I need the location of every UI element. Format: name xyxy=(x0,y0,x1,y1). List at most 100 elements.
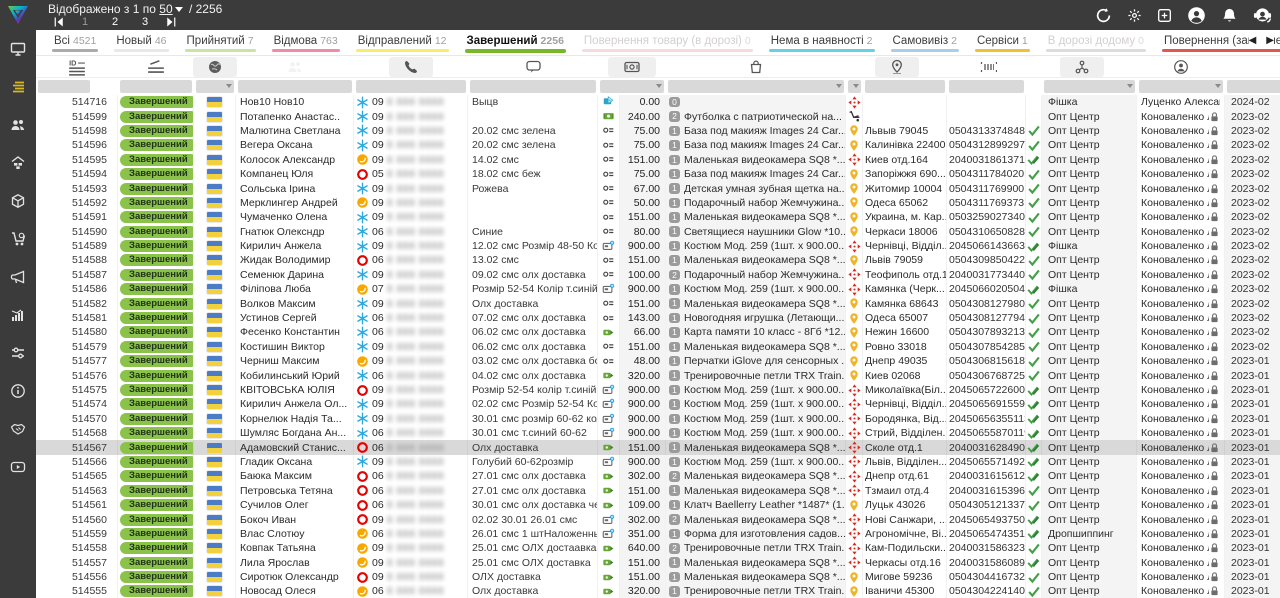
filter-input[interactable] xyxy=(848,80,861,93)
filter-dropdown-icon[interactable] xyxy=(656,84,662,88)
order-row-514577[interactable]: 514577ЗавершенийЧерниш Максим098 888 888… xyxy=(36,354,1280,368)
tab-10[interactable]: Сервіси1 xyxy=(967,30,1038,55)
order-row-514593[interactable]: 514593ЗавершенийСольська Ірина098 888 88… xyxy=(36,181,1280,195)
order-row-514589[interactable]: 514589ЗавершенийКирилич Анжела098 888 88… xyxy=(36,239,1280,253)
filter-input[interactable] xyxy=(38,80,90,93)
order-row-514557[interactable]: 514557ЗавершенийЛила Ярослав098 888 8888… xyxy=(36,556,1280,570)
sidebar-item-warehouse[interactable] xyxy=(0,144,36,182)
order-row-514595[interactable]: 514595ЗавершенийКолосок Александр098 888… xyxy=(36,153,1280,167)
refresh-icon[interactable] xyxy=(1095,7,1112,24)
filter-input[interactable] xyxy=(356,80,466,93)
filter-input[interactable] xyxy=(238,80,352,93)
column-header-comment[interactable] xyxy=(468,56,598,78)
column-header-clients[interactable] xyxy=(236,56,354,78)
first-page-button[interactable] xyxy=(48,16,70,28)
tab-9[interactable]: Самовивіз2 xyxy=(883,30,967,55)
filter-input[interactable] xyxy=(1227,80,1280,93)
tab-2[interactable]: Новый46 xyxy=(106,30,176,55)
sidebar-item-partners[interactable] xyxy=(0,410,36,448)
order-row-514570[interactable]: 514570ЗавершенийКорнелюк Надія Та...098 … xyxy=(36,412,1280,426)
sidebar-item-statistics[interactable] xyxy=(0,296,36,334)
order-row-514565[interactable]: 514565ЗавершенийБаюка Максим068 888 8888… xyxy=(36,469,1280,483)
order-row-514580[interactable]: 514580ЗавершенийФесенко Константин068 88… xyxy=(36,325,1280,339)
page-button-1[interactable]: 1 xyxy=(70,16,100,28)
order-row-514559[interactable]: 514559ЗавершенийВлас Слотюу068 888 88882… xyxy=(36,527,1280,541)
column-header-phone[interactable] xyxy=(354,56,468,78)
filter-input[interactable] xyxy=(196,80,234,93)
filter-input[interactable] xyxy=(865,80,945,93)
support-icon[interactable] xyxy=(1253,6,1272,25)
sidebar-item-clients[interactable] xyxy=(0,106,36,144)
column-header-none[interactable] xyxy=(1225,56,1280,78)
order-row-514574[interactable]: 514574ЗавершенийКирилич Анжела Ол...098 … xyxy=(36,397,1280,411)
order-row-514592[interactable]: 514592ЗавершенийМерклингер Андрей098 888… xyxy=(36,196,1280,210)
avatar-icon[interactable] xyxy=(1187,6,1206,25)
sidebar-item-marketing[interactable] xyxy=(0,258,36,296)
page-button-2[interactable]: 2 xyxy=(100,16,130,28)
order-row-514598[interactable]: 514598ЗавершенийМалютина Светлана098 888… xyxy=(36,124,1280,138)
tab-1[interactable]: Всі4521 xyxy=(44,30,106,55)
order-row-514575[interactable]: 514575ЗавершенийКВІТОВСЬКА ЮЛІЯ098 888 8… xyxy=(36,383,1280,397)
order-row-514588[interactable]: 514588ЗавершенийЖидак Володимир068 888 8… xyxy=(36,253,1280,267)
order-row-514555[interactable]: 514555ЗавершенийНовосад Олеся068 888 888… xyxy=(36,584,1280,598)
order-row-514594[interactable]: 514594ЗавершенийКомпанец Юля058 888 8888… xyxy=(36,167,1280,181)
order-row-514576[interactable]: 514576ЗавершенийКобилинський Юрий068 888… xyxy=(36,368,1280,382)
app-logo-icon[interactable] xyxy=(0,0,36,30)
gear-icon[interactable] xyxy=(1127,8,1142,23)
sidebar-item-info[interactable] xyxy=(0,372,36,410)
filter-input[interactable] xyxy=(1044,80,1135,93)
sidebar-item-purchases[interactable] xyxy=(0,220,36,258)
filter-dropdown-icon[interactable] xyxy=(836,84,842,88)
order-row-514567[interactable]: 514567ЗавершенийАдамовский Станис...068 … xyxy=(36,440,1280,454)
filter-input[interactable] xyxy=(949,80,1024,93)
order-row-514561[interactable]: 514561ЗавершенийСучилов Олег068 888 8888… xyxy=(36,498,1280,512)
order-row-514556[interactable]: 514556ЗавершенийСиротюк Олександр098 888… xyxy=(36,570,1280,584)
column-header-person[interactable] xyxy=(1137,56,1225,78)
filter-input[interactable] xyxy=(668,80,844,93)
order-row-514558[interactable]: 514558ЗавершенийКовпак Татьяна098 888 88… xyxy=(36,541,1280,555)
column-header-share[interactable] xyxy=(1026,56,1137,78)
column-header-bag[interactable] xyxy=(666,56,846,78)
column-header-money[interactable] xyxy=(598,56,666,78)
tab-6[interactable]: Завершений2256 xyxy=(457,30,574,55)
tab-4[interactable]: Відмова763 xyxy=(264,30,348,55)
order-row-514590[interactable]: 514590ЗавершенийГнатюк Олексндр068 888 8… xyxy=(36,225,1280,239)
filter-input[interactable] xyxy=(1139,80,1223,93)
per-page-select[interactable]: 50 xyxy=(159,2,172,16)
sidebar-item-video-tutorials[interactable] xyxy=(0,448,36,486)
order-row-514591[interactable]: 514591ЗавершенийЧумаченко Олена098 888 8… xyxy=(36,210,1280,224)
sidebar-item-orders[interactable] xyxy=(0,68,36,106)
order-row-514582[interactable]: 514582ЗавершенийВолков Максим098 888 888… xyxy=(36,296,1280,310)
order-row-514586[interactable]: 514586ЗавершенийФіліпова Люба078 888 888… xyxy=(36,282,1280,296)
order-row-514596[interactable]: 514596ЗавершенийВегера Оксана098 888 888… xyxy=(36,138,1280,152)
sidebar-item-dashboard[interactable] xyxy=(0,30,36,68)
column-header-id[interactable]: ID xyxy=(36,56,118,78)
tabs-scroll-left-icon[interactable]: ◀ xyxy=(1249,34,1257,48)
order-row-514563[interactable]: 514563ЗавершенийПетровська Тетяна068 888… xyxy=(36,484,1280,498)
tab-5[interactable]: Відправлений12 xyxy=(348,30,457,55)
order-row-514579[interactable]: 514579ЗавершенийКостишин Виктор098 888 8… xyxy=(36,340,1280,354)
filter-dropdown-icon[interactable] xyxy=(226,84,232,88)
filter-dropdown-icon[interactable] xyxy=(853,84,859,88)
column-header-pin[interactable] xyxy=(846,56,947,78)
tab-8[interactable]: Нема в наявності2 xyxy=(761,30,883,55)
filter-dropdown-icon[interactable] xyxy=(1127,84,1133,88)
column-header-globe[interactable] xyxy=(194,56,236,78)
filter-input[interactable] xyxy=(600,80,664,93)
tab-3[interactable]: Прийнятий7 xyxy=(177,30,264,55)
page-button-3[interactable]: 3 xyxy=(130,16,160,28)
order-row-514587[interactable]: 514587ЗавершенийСеменюк Дарина098 888 88… xyxy=(36,268,1280,282)
tab-7[interactable]: Повернення товару (в дорозі)0 xyxy=(574,30,761,55)
bell-icon[interactable] xyxy=(1221,7,1238,24)
filter-input[interactable] xyxy=(120,80,192,93)
column-header-status[interactable] xyxy=(118,56,194,78)
add-square-icon[interactable] xyxy=(1157,8,1172,23)
filter-input[interactable] xyxy=(470,80,596,93)
order-row-514716[interactable]: 514716ЗавершенийНов10 Нов10098 888 8888В… xyxy=(36,95,1280,109)
sidebar-item-products[interactable] xyxy=(0,182,36,220)
filter-dropdown-icon[interactable] xyxy=(1215,84,1221,88)
order-row-514566[interactable]: 514566ЗавершенийГладик Оксана098 888 888… xyxy=(36,455,1280,469)
last-page-button[interactable] xyxy=(160,16,182,28)
tabs-scroll-right-icon[interactable]: ▶ xyxy=(1266,34,1274,48)
order-row-514568[interactable]: 514568ЗавершенийШумляс Богдана Ан...068 … xyxy=(36,426,1280,440)
